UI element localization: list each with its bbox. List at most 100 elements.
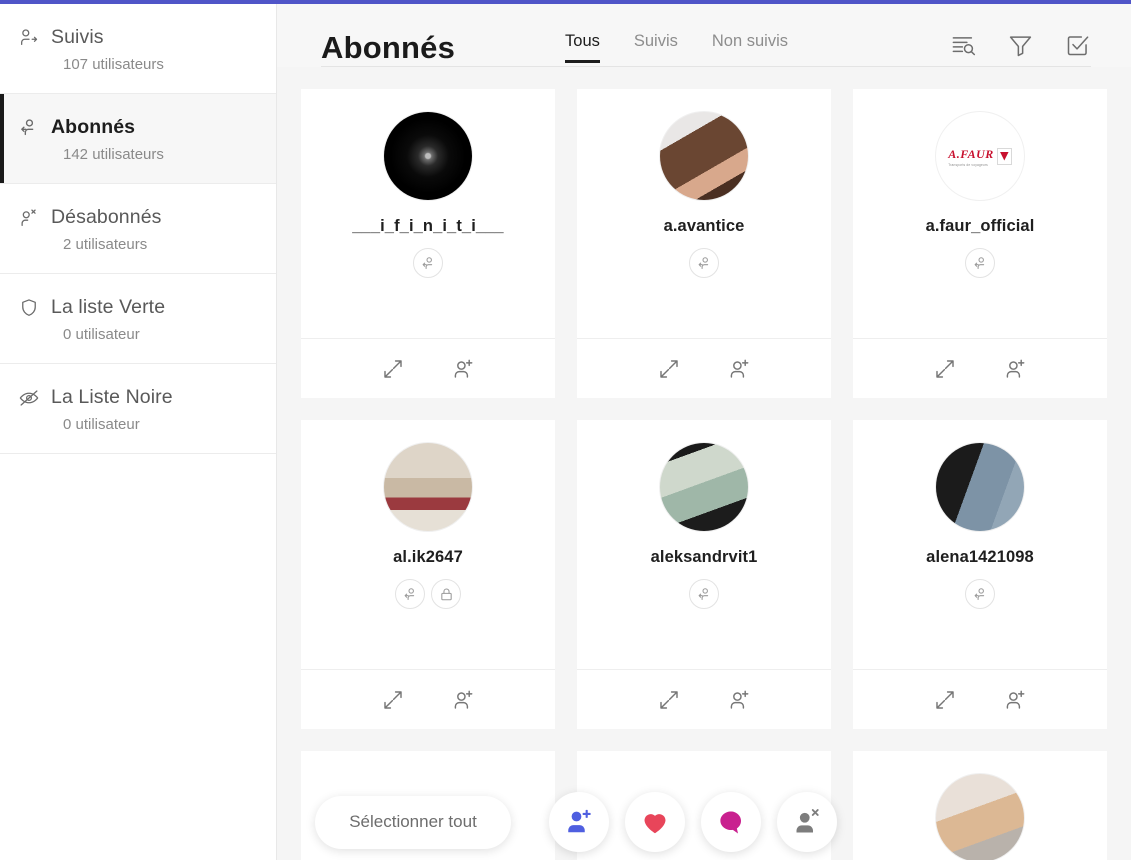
sidebar-item-count: 0 utilisateur — [63, 416, 140, 433]
user-plus-filled-icon — [564, 807, 594, 837]
user-card-body: a.avantice — [577, 89, 831, 338]
user-card[interactable]: A.FAUR Transports de voyageurs a.faur_of… — [853, 89, 1107, 398]
sidebar-item-label: La liste Verte — [51, 296, 166, 318]
page-title: Abonnés — [321, 30, 456, 65]
expand-icon[interactable] — [657, 688, 681, 712]
expand-icon[interactable] — [381, 688, 405, 712]
user-card-actions — [577, 669, 831, 729]
user-follow-icon — [18, 27, 40, 49]
add-user-icon[interactable] — [727, 357, 751, 381]
badge-group — [689, 248, 719, 278]
lock-badge-icon — [431, 579, 461, 609]
user-card[interactable]: a.avantice — [577, 89, 831, 398]
user-card[interactable]: alena1421098 — [853, 420, 1107, 729]
body-row: Suivis 107 utilisateurs Abonnés 142 util… — [0, 4, 1131, 860]
sidebar-item-abonnes[interactable]: Abonnés 142 utilisateurs — [0, 94, 276, 184]
avatar — [935, 773, 1025, 860]
sidebar-item-desabonnes[interactable]: Désabonnés 2 utilisateurs — [0, 184, 276, 274]
follower-badge-icon — [689, 579, 719, 609]
sidebar-item-liste-verte[interactable]: La liste Verte 0 utilisateur — [0, 274, 276, 364]
follower-badge-icon — [395, 579, 425, 609]
username: a.faur_official — [925, 217, 1035, 235]
sidebar: Suivis 107 utilisateurs Abonnés 142 util… — [0, 4, 277, 860]
shield-icon — [18, 297, 40, 319]
avatar-image — [660, 443, 748, 531]
add-user-icon[interactable] — [727, 688, 751, 712]
user-card-actions — [853, 338, 1107, 398]
sidebar-item-label: Désabonnés — [51, 206, 162, 228]
add-user-icon[interactable] — [451, 688, 475, 712]
main-panel: Abonnés Tous Suivis Non suivis ___i_f_i_… — [277, 4, 1131, 860]
sidebar-item-header: Suivis — [18, 26, 276, 49]
follower-badge-icon — [965, 579, 995, 609]
badge-group — [965, 248, 995, 278]
user-card-body — [853, 751, 1107, 860]
user-card-actions — [301, 669, 555, 729]
sidebar-item-label: Abonnés — [51, 116, 136, 138]
follower-badge-icon — [689, 248, 719, 278]
expand-icon[interactable] — [381, 357, 405, 381]
sidebar-item-count: 142 utilisateurs — [63, 146, 164, 163]
user-card-actions — [577, 338, 831, 398]
message-button[interactable] — [701, 792, 761, 852]
tab-suivis[interactable]: Suivis — [634, 33, 678, 64]
sidebar-filler — [0, 454, 276, 860]
eye-off-icon — [18, 387, 40, 409]
search-list-icon[interactable] — [950, 32, 977, 59]
add-user-icon[interactable] — [1003, 688, 1027, 712]
sidebar-item-header: Désabonnés — [18, 206, 276, 229]
card-grid-scroll[interactable]: ___i_f_i_n_i_t_i___ a.avantice A.FAUR Tr… — [277, 67, 1131, 860]
sidebar-item-label: Suivis — [51, 26, 104, 48]
badge-group — [965, 579, 995, 609]
avatar-image — [384, 443, 472, 531]
card-clipped-bottom[interactable] — [853, 751, 1107, 860]
avatar — [383, 442, 473, 532]
header-row: Abonnés Tous Suivis Non suivis — [321, 30, 1091, 66]
chat-bubble-filled-icon — [716, 807, 746, 837]
sidebar-item-header: La liste Verte — [18, 296, 276, 319]
main-header: Abonnés Tous Suivis Non suivis — [277, 4, 1131, 67]
sidebar-item-count: 2 utilisateurs — [63, 236, 148, 253]
avatar-logo-text-block: A.FAUR Transports de voyageurs — [948, 145, 994, 167]
follow-button[interactable] — [549, 792, 609, 852]
sidebar-item-count: 107 utilisateurs — [63, 56, 164, 73]
username: a.avantice — [663, 217, 745, 235]
user-remove-icon — [18, 207, 40, 229]
tab-bar: Tous Suivis Non suivis — [565, 33, 788, 64]
username: al.ik2647 — [393, 548, 463, 566]
tab-tous[interactable]: Tous — [565, 33, 600, 64]
avatar-image — [936, 443, 1024, 531]
avatar-image — [936, 774, 1024, 860]
user-card-actions — [853, 669, 1107, 729]
tab-non-suivis[interactable]: Non suivis — [712, 33, 788, 64]
avatar — [935, 442, 1025, 532]
sidebar-item-label: La Liste Noire — [51, 386, 173, 408]
sidebar-item-liste-noire[interactable]: La Liste Noire 0 utilisateur — [0, 364, 276, 454]
expand-icon[interactable] — [933, 357, 957, 381]
user-card[interactable]: ___i_f_i_n_i_t_i___ — [301, 89, 555, 398]
username: ___i_f_i_n_i_t_i___ — [352, 217, 504, 235]
avatar-logo-text: A.FAUR — [948, 147, 994, 161]
expand-icon[interactable] — [657, 357, 681, 381]
unfollow-button[interactable] — [777, 792, 837, 852]
sidebar-item-count: 0 utilisateur — [63, 326, 140, 343]
add-user-icon[interactable] — [1003, 357, 1027, 381]
username: alena1421098 — [926, 548, 1034, 566]
sidebar-item-suivis[interactable]: Suivis 107 utilisateurs — [0, 4, 276, 94]
badge-group — [413, 248, 443, 278]
expand-icon[interactable] — [933, 688, 957, 712]
user-card[interactable]: al.ik2647 — [301, 420, 555, 729]
avatar — [659, 111, 749, 201]
add-user-icon[interactable] — [451, 357, 475, 381]
checkbox-check-icon[interactable] — [1064, 32, 1091, 59]
sidebar-item-header: La Liste Noire — [18, 386, 276, 409]
user-card[interactable]: aleksandrvit1 — [577, 420, 831, 729]
header-divider — [321, 66, 1091, 67]
select-all-button[interactable]: Sélectionner tout — [315, 795, 511, 849]
like-button[interactable] — [625, 792, 685, 852]
avatar-image: A.FAUR Transports de voyageurs — [936, 112, 1024, 200]
header-icon-group — [950, 32, 1091, 65]
filter-funnel-icon[interactable] — [1007, 32, 1034, 59]
user-card-body: ___i_f_i_n_i_t_i___ — [301, 89, 555, 338]
user-card-body: al.ik2647 — [301, 420, 555, 669]
